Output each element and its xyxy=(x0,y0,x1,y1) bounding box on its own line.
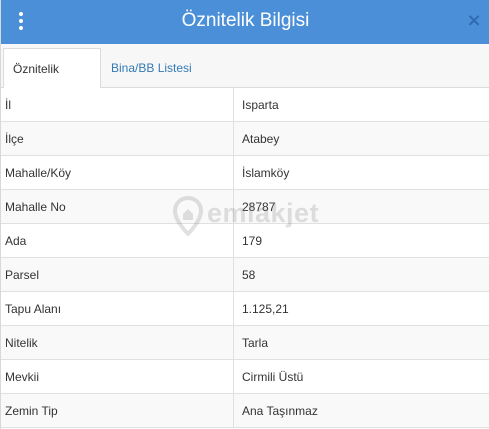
table-row: İl Isparta xyxy=(1,88,489,122)
attribute-key: Zemin Tip xyxy=(5,404,58,418)
table-row: Zemin Tip Ana Taşınmaz xyxy=(1,394,489,428)
attribute-key: Nitelik xyxy=(5,336,38,350)
attribute-key: İlçe xyxy=(5,132,24,146)
attribute-value: 28787 xyxy=(233,190,485,224)
table-row: Tapu Alanı 1.125,21 xyxy=(1,292,489,326)
close-icon[interactable]: × xyxy=(466,11,482,31)
attribute-value: Isparta xyxy=(233,88,485,122)
attribute-key: Parsel xyxy=(5,268,40,282)
attribute-value: Cirmili Üstü xyxy=(233,360,485,394)
attribute-table: İl Isparta İlçe Atabey Mahalle/Köy İslam… xyxy=(1,88,489,428)
attribute-value: Tarla xyxy=(233,326,485,360)
table-row: Nitelik Tarla xyxy=(1,326,489,360)
tab-bar: Öznitelik Bilgisi Bina/BB Listesi xyxy=(1,44,489,116)
table-row: Mevkii Cirmili Üstü xyxy=(1,360,489,394)
table-row: Ada 179 xyxy=(1,224,489,258)
attribute-key: İl xyxy=(5,98,11,112)
attribute-key: Mevkii xyxy=(5,370,40,384)
panel-title: Öznitelik Bilgisi xyxy=(181,10,310,31)
table-row: Mahalle/Köy İslamköy xyxy=(1,156,489,190)
attribute-info-panel: Öznitelik Bilgisi × Öznitelik Bilgisi Bi… xyxy=(0,0,489,429)
attribute-key: Mahalle/Köy xyxy=(5,166,72,180)
table-row: Mahalle No 28787 xyxy=(1,190,489,224)
attribute-key: Mahalle No xyxy=(5,200,66,214)
tab-attribute-info[interactable]: Öznitelik Bilgisi xyxy=(3,48,101,116)
attribute-key: Ada xyxy=(5,234,27,248)
attribute-value: 179 xyxy=(233,224,485,258)
attribute-value: 1.125,21 xyxy=(233,292,485,326)
table-row: Parsel 58 xyxy=(1,258,489,292)
attribute-value: Atabey xyxy=(233,122,485,156)
attribute-key: Tapu Alanı xyxy=(5,302,62,316)
attribute-value: İslamköy xyxy=(233,156,485,190)
table-row: İlçe Atabey xyxy=(1,122,489,156)
attribute-value: Ana Taşınmaz xyxy=(233,394,485,428)
tab-building-list[interactable]: Bina/BB Listesi xyxy=(102,48,201,88)
attribute-value: 58 xyxy=(233,258,485,292)
title-bar: Öznitelik Bilgisi × xyxy=(1,0,489,44)
